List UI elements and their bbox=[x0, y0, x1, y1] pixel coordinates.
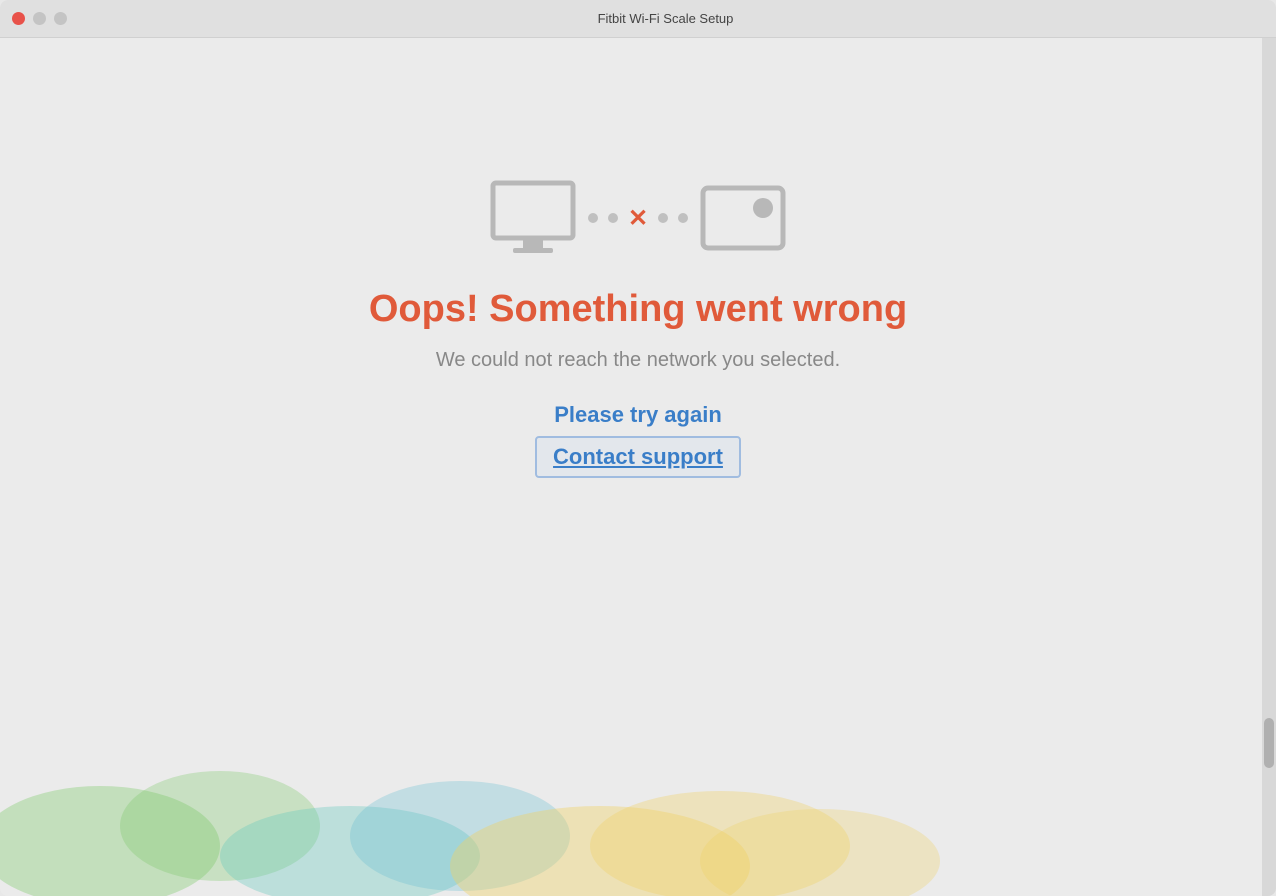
traffic-lights bbox=[12, 12, 67, 25]
scrollbar-thumb[interactable] bbox=[1264, 718, 1274, 768]
dot-4 bbox=[678, 213, 688, 223]
error-heading: Oops! Something went wrong bbox=[369, 288, 907, 331]
app-window: Fitbit Wi-Fi Scale Setup bbox=[0, 0, 1276, 896]
error-section: ✕ Oops! Something went wrong We could no… bbox=[369, 178, 907, 478]
minimize-button[interactable] bbox=[33, 12, 46, 25]
illustration-row: ✕ bbox=[488, 178, 788, 258]
dot-3 bbox=[658, 213, 668, 223]
error-subtext: We could not reach the network you selec… bbox=[436, 349, 840, 372]
connector: ✕ bbox=[588, 204, 688, 233]
scrollbar[interactable] bbox=[1262, 38, 1276, 896]
x-mark-icon: ✕ bbox=[628, 204, 648, 233]
dot-2 bbox=[608, 213, 618, 223]
close-button[interactable] bbox=[12, 12, 25, 25]
try-again-link[interactable]: Please try again bbox=[554, 402, 722, 428]
dot-1 bbox=[588, 213, 598, 223]
scale-icon bbox=[698, 178, 788, 258]
bottom-scene: ⚙ 🚴 bbox=[0, 616, 1276, 896]
window-title: Fitbit Wi-Fi Scale Setup bbox=[67, 11, 1264, 26]
contact-support-link[interactable]: Contact support bbox=[535, 436, 741, 478]
maximize-button[interactable] bbox=[54, 12, 67, 25]
title-bar: Fitbit Wi-Fi Scale Setup bbox=[0, 0, 1276, 38]
monitor-icon bbox=[488, 178, 578, 258]
main-content: ✕ Oops! Something went wrong We could no… bbox=[0, 38, 1276, 896]
